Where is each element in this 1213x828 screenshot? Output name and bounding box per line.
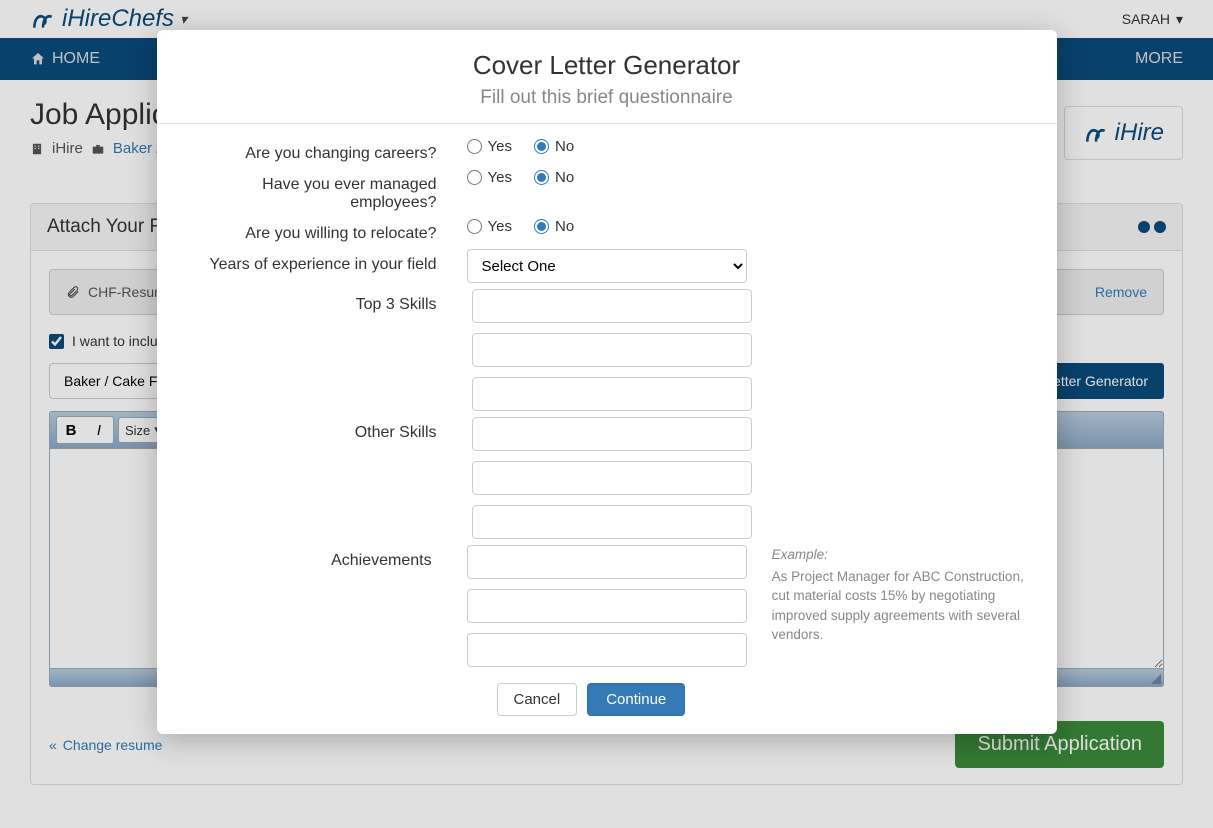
other-skill-3[interactable] xyxy=(472,505,752,539)
relocate-yes[interactable]: Yes xyxy=(467,218,512,235)
label-achievements: Achievements xyxy=(187,545,462,570)
years-select[interactable]: Select One xyxy=(467,249,747,283)
label-changing-careers: Are you changing careers? xyxy=(187,138,467,163)
other-skill-1[interactable] xyxy=(472,417,752,451)
row-changing-careers: Are you changing careers? Yes No xyxy=(187,138,1027,163)
managed-no[interactable]: No xyxy=(534,169,574,186)
modal-actions: Cancel Continue xyxy=(187,683,1027,716)
label-managed: Have you ever managed employees? xyxy=(187,169,467,212)
row-other: Other Skills xyxy=(187,417,1027,539)
relocate-no[interactable]: No xyxy=(534,218,574,235)
label-other: Other Skills xyxy=(187,417,467,442)
top3-skill-1[interactable] xyxy=(472,289,752,323)
achievement-3[interactable] xyxy=(467,633,747,667)
continue-button[interactable]: Continue xyxy=(587,683,685,716)
row-top3: Top 3 Skills xyxy=(187,289,1027,411)
achievement-example: Example: As Project Manager for ABC Cons… xyxy=(752,545,1027,645)
example-text: As Project Manager for ABC Construction,… xyxy=(772,569,1024,643)
row-years: Years of experience in your field Select… xyxy=(187,249,1027,283)
row-managed-employees: Have you ever managed employees? Yes No xyxy=(187,169,1027,212)
careers-yes[interactable]: Yes xyxy=(467,138,512,155)
top3-skill-2[interactable] xyxy=(472,333,752,367)
modal-title: Cover Letter Generator xyxy=(177,50,1037,81)
achievement-1[interactable] xyxy=(467,545,747,579)
achievement-2[interactable] xyxy=(467,589,747,623)
careers-no[interactable]: No xyxy=(534,138,574,155)
cover-letter-modal: Cover Letter Generator Fill out this bri… xyxy=(157,30,1057,734)
cancel-button[interactable]: Cancel xyxy=(497,683,578,716)
example-label: Example: xyxy=(772,545,1027,565)
modal-body: Are you changing careers? Yes No Have yo… xyxy=(157,124,1057,716)
row-relocate: Are you willing to relocate? Yes No xyxy=(187,218,1027,243)
label-relocate: Are you willing to relocate? xyxy=(187,218,467,243)
top3-skill-3[interactable] xyxy=(472,377,752,411)
label-top3: Top 3 Skills xyxy=(187,289,467,314)
label-years: Years of experience in your field xyxy=(187,249,467,274)
managed-yes[interactable]: Yes xyxy=(467,169,512,186)
other-skill-2[interactable] xyxy=(472,461,752,495)
modal-subtitle: Fill out this brief questionnaire xyxy=(177,87,1037,109)
modal-header: Cover Letter Generator Fill out this bri… xyxy=(157,30,1057,124)
row-achievements: Achievements Example: As Project Manager… xyxy=(187,545,1027,667)
